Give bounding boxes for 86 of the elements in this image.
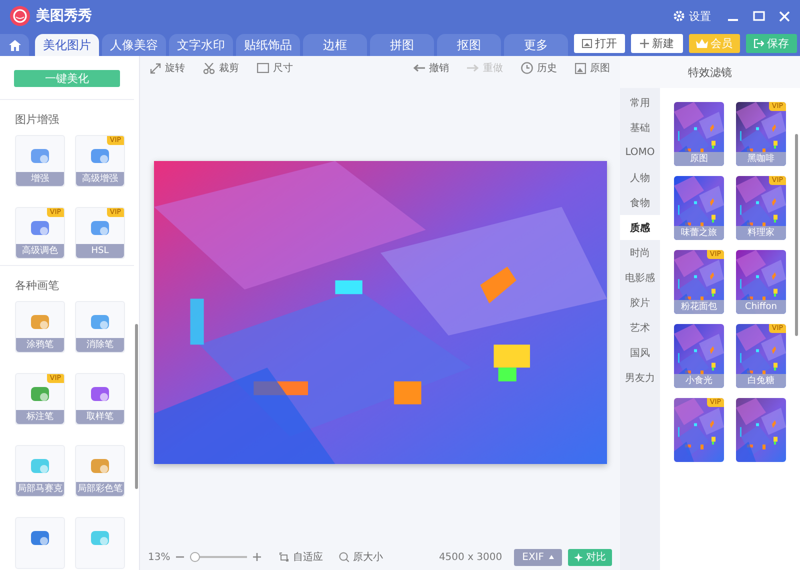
image-icon	[582, 39, 592, 48]
crown-icon	[696, 39, 708, 48]
filter-label: 粉花面包	[674, 300, 724, 314]
section-title: 各种画笔	[15, 278, 60, 293]
filter-thumbnail[interactable]: 味蕾之旅	[674, 176, 724, 240]
app-title: 美图秀秀	[36, 7, 93, 25]
home-icon	[8, 40, 21, 50]
tool-label: 高级增强	[76, 172, 124, 186]
arrow-left-icon	[413, 64, 425, 72]
home-tab[interactable]	[0, 34, 30, 56]
frame-icon	[257, 63, 269, 73]
nav-tab[interactable]: 人像美容	[102, 34, 166, 56]
tool-label: 涂鸦笔	[16, 338, 64, 352]
scrollbar[interactable]	[135, 324, 138, 489]
filter-thumbnail[interactable]	[736, 398, 786, 462]
crop-button[interactable]: 裁剪	[203, 61, 239, 75]
exif-button[interactable]: EXIF	[514, 548, 562, 566]
filter-label: 料理家	[736, 226, 786, 240]
nav-tab[interactable]: 抠图	[437, 34, 502, 56]
filter-thumbnail[interactable]: 小食光	[674, 324, 724, 388]
history-button[interactable]: 历史	[521, 61, 557, 75]
tool-label: 局部马赛克	[16, 482, 64, 496]
tool-tile[interactable]: 增强	[15, 135, 65, 187]
tool-label: 标注笔	[16, 410, 64, 424]
tool-label: 消除笔	[76, 338, 124, 352]
tool-label: 高级调色	[16, 244, 64, 258]
maximize-icon[interactable]	[753, 10, 765, 22]
tool-tile[interactable]: 取样笔	[75, 373, 125, 425]
tool-label: 局部彩色笔	[76, 482, 124, 496]
zoom-icon	[339, 552, 350, 562]
panel-title: 特效滤镜	[687, 64, 733, 80]
nav-tab[interactable]: 美化图片	[35, 34, 100, 56]
scrollbar[interactable]	[795, 134, 798, 336]
open-button[interactable]: 打开	[574, 34, 626, 53]
one-click-button[interactable]: 一键美化	[14, 70, 120, 87]
caret-up-icon	[549, 555, 554, 559]
undo-button[interactable]: 撤销	[413, 61, 449, 75]
filter-label: 黑咖啡	[736, 152, 786, 166]
settings-icon[interactable]	[673, 10, 685, 22]
scissors-icon	[203, 62, 215, 74]
clock-icon	[521, 62, 533, 74]
nav-tab[interactable]: 拼图	[370, 34, 434, 56]
category-item[interactable]: 质感	[620, 215, 660, 240]
arrow-right-icon	[467, 64, 479, 72]
tool-tile[interactable]: 消除笔	[75, 301, 125, 353]
settings-link[interactable]: 设置	[689, 8, 711, 24]
new-button[interactable]: 新建	[631, 34, 683, 53]
slider-thumb[interactable]	[190, 552, 200, 562]
tool-label: HSL	[76, 244, 124, 258]
image-dimensions: 4500 x 3000	[438, 552, 502, 562]
sparkle-icon	[574, 552, 583, 562]
filter-label: 原图	[674, 152, 724, 166]
save-button[interactable]: 保存	[746, 34, 798, 53]
fit-icon	[279, 552, 290, 562]
size-button[interactable]: 尺寸	[257, 61, 293, 75]
nav-tab[interactable]: 更多	[504, 34, 568, 56]
nav-tab[interactable]: 边框	[303, 34, 368, 56]
filter-label: 小食光	[674, 374, 724, 388]
tool-tile[interactable]	[75, 517, 125, 569]
tool-label: 增强	[16, 172, 64, 186]
image-icon	[575, 62, 586, 74]
nav-tab[interactable]: 贴纸饰品	[236, 34, 300, 56]
tool-tile[interactable]	[15, 517, 65, 569]
tool-label: 取样笔	[76, 410, 124, 424]
export-icon	[754, 39, 764, 48]
plus-icon	[640, 39, 649, 48]
filter-thumbnail[interactable]: 原图	[674, 102, 724, 166]
section-title: 图片增强	[15, 112, 60, 127]
tool-tile[interactable]: 局部马赛克	[15, 445, 65, 497]
tool-tile[interactable]: 局部彩色笔	[75, 445, 125, 497]
filter-label: 味蕾之旅	[674, 226, 724, 240]
actual-size-button[interactable]: 原大小	[339, 550, 384, 564]
zoom-in-icon[interactable]	[253, 553, 262, 561]
resize-icon	[150, 62, 161, 74]
zoom-percent: 13%	[148, 552, 170, 562]
original-button[interactable]: 原图	[575, 61, 610, 75]
compare-button[interactable]: 对比	[568, 548, 612, 566]
fit-button[interactable]: 自适应	[279, 550, 324, 564]
rotate-button[interactable]: 旋转	[150, 61, 185, 75]
nav-tab[interactable]: 文字水印	[169, 34, 234, 56]
filter-label: 白兔糖	[736, 374, 786, 388]
close-icon[interactable]	[779, 10, 790, 22]
tool-tile[interactable]: 涂鸦笔	[15, 301, 65, 353]
filter-label: Chiffon	[736, 300, 786, 314]
filter-thumbnail[interactable]: Chiffon	[736, 250, 786, 314]
logo-icon	[10, 6, 30, 26]
